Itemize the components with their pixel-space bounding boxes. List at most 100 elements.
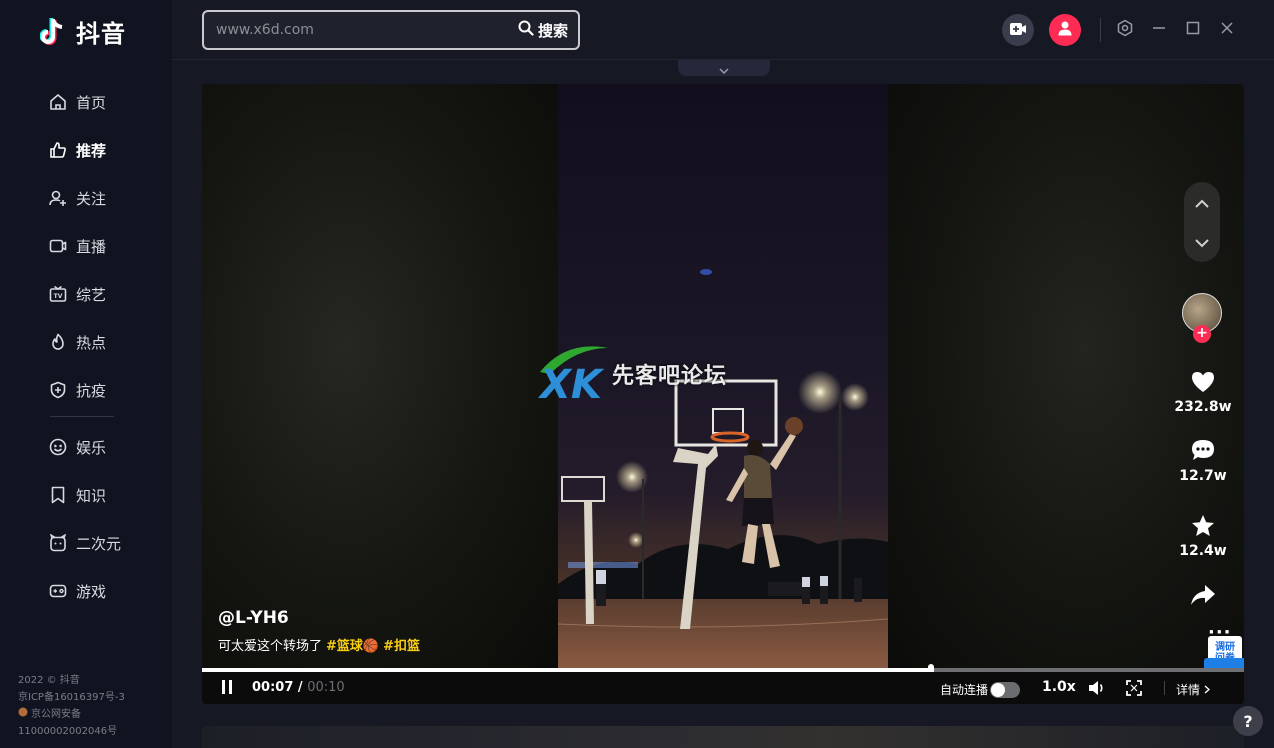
- sidebar-item-games[interactable]: 游戏: [48, 567, 158, 615]
- chevron-down-icon: [719, 59, 729, 78]
- minimize-button[interactable]: [1149, 20, 1169, 40]
- sidebar-item-label: 直播: [76, 237, 107, 256]
- minimize-icon: [1151, 20, 1167, 40]
- logo[interactable]: 抖音: [40, 14, 126, 49]
- anime-icon: [48, 533, 68, 553]
- upload-video-button[interactable]: [1002, 14, 1034, 46]
- video-author[interactable]: @L-YH6: [218, 608, 289, 628]
- sidebar-nav-secondary: 娱乐 知识 二次元 游戏: [48, 423, 158, 615]
- maximize-button[interactable]: [1183, 20, 1203, 40]
- search-button-label: 搜索: [537, 21, 568, 40]
- star-icon: [1168, 511, 1238, 541]
- comment-action[interactable]: 12.7w: [1168, 436, 1238, 484]
- maximize-icon: [1185, 20, 1201, 40]
- sidebar-nav: 首页 推荐 关注 直播 TV 综艺 热点 抗疫: [48, 78, 158, 414]
- person-add-icon: [48, 188, 68, 208]
- share-icon: [1168, 580, 1238, 610]
- watermark-text: 先客吧论坛: [612, 363, 728, 389]
- total-time: 00:10: [307, 680, 345, 695]
- sidebar-footer: 2022 © 抖音 京ICP备16016397号-3 京公网安备 1100000…: [18, 672, 125, 740]
- sidebar-item-follow[interactable]: 关注: [48, 174, 158, 222]
- home-icon: [48, 92, 68, 112]
- details-label: 详情: [1176, 683, 1201, 697]
- autoplay-label: 自动连播: [940, 683, 989, 697]
- next-video-preview[interactable]: [202, 726, 1244, 748]
- sidebar-item-label: 知识: [76, 486, 107, 505]
- search-input[interactable]: [204, 22, 518, 38]
- user-avatar-button[interactable]: [1049, 14, 1081, 46]
- current-time: 00:07 /: [252, 680, 303, 695]
- shield-plus-icon: [48, 380, 68, 400]
- pause-icon-bar: [222, 680, 225, 694]
- like-count: 232.8w: [1174, 399, 1232, 415]
- sidebar-item-hot[interactable]: 热点: [48, 318, 158, 366]
- sidebar-item-label: 娱乐: [76, 438, 107, 457]
- logo-text: 抖音: [76, 20, 126, 48]
- toggle-knob: [991, 682, 1006, 697]
- douyin-logo-icon: [40, 16, 70, 48]
- flame-icon: [48, 332, 68, 352]
- pause-button[interactable]: [222, 680, 238, 696]
- volume-icon: [1088, 681, 1106, 700]
- sidebar-item-label: 游戏: [76, 582, 107, 601]
- video-player[interactable]: XK 先客吧论坛 @L-YH6 可太爱这个转场了 #篮球🏀 #扣篮 + 232.…: [202, 84, 1244, 704]
- footer-icp-link[interactable]: 京ICP备16016397号-3: [18, 689, 125, 706]
- plus-icon: +: [1196, 325, 1208, 341]
- sidebar-item-live[interactable]: 直播: [48, 222, 158, 270]
- chevron-down-icon[interactable]: [1195, 233, 1209, 252]
- video-blur-background-left: [202, 84, 558, 668]
- autoplay-toggle[interactable]: [990, 681, 1021, 698]
- sidebar-item-antiepidemic[interactable]: 抗疫: [48, 366, 158, 414]
- favorite-action[interactable]: 12.4w: [1168, 511, 1238, 559]
- chevron-up-icon[interactable]: [1195, 193, 1209, 212]
- police-badge-icon: [18, 706, 28, 723]
- sidebar-item-label: 二次元: [76, 534, 122, 553]
- video-description-text: 可太爱这个转场了: [218, 639, 323, 654]
- sidebar-item-recommend[interactable]: 推荐: [48, 126, 158, 174]
- footer-police-text: 京公网安备: [31, 709, 81, 720]
- share-action[interactable]: [1168, 580, 1238, 610]
- close-button[interactable]: [1217, 20, 1237, 40]
- user-icon: [1057, 20, 1073, 40]
- hashtag-basketball[interactable]: #篮球🏀: [326, 635, 379, 654]
- hashtag-dunk[interactable]: #扣篮: [383, 635, 420, 654]
- playback-speed-button[interactable]: 1.0x: [1042, 679, 1076, 695]
- sidebar-item-home[interactable]: 首页: [48, 78, 158, 126]
- video-nav-arrows: [1184, 182, 1220, 262]
- footer-copyright: 2022 © 抖音: [18, 675, 80, 686]
- svg-text:XK: XK: [537, 362, 605, 402]
- follow-button[interactable]: +: [1193, 325, 1211, 343]
- favorite-count: 12.4w: [1179, 543, 1227, 559]
- details-button[interactable]: 详情: [1176, 681, 1210, 698]
- pause-icon-bar: [229, 680, 232, 694]
- smile-icon: [48, 437, 68, 457]
- sidebar-item-entertainment[interactable]: 娱乐: [48, 423, 158, 471]
- tv-icon: TV: [48, 284, 68, 304]
- video-description: 可太爱这个转场了 #篮球🏀 #扣篮: [218, 635, 420, 654]
- volume-button[interactable]: [1088, 680, 1106, 700]
- comment-count: 12.7w: [1179, 468, 1227, 484]
- settings-button[interactable]: [1115, 19, 1135, 40]
- footer-police-row[interactable]: 京公网安备: [18, 706, 125, 723]
- footer-police-number: 11000002002046号: [18, 726, 118, 737]
- xk-logo-icon: XK: [536, 342, 610, 408]
- time-display: 00:07 / 00:10: [252, 680, 345, 695]
- top-bar: 搜索: [172, 0, 1274, 60]
- live-icon: [48, 236, 68, 256]
- fullscreen-button[interactable]: [1126, 680, 1142, 700]
- collapse-header-button[interactable]: [678, 60, 770, 76]
- sidebar-item-label: 抗疫: [76, 381, 107, 400]
- fullscreen-icon: [1126, 680, 1142, 700]
- sidebar-item-variety[interactable]: TV 综艺: [48, 270, 158, 318]
- sidebar-item-label: 热点: [76, 333, 107, 352]
- like-action[interactable]: 232.8w: [1168, 367, 1238, 415]
- sidebar-item-knowledge[interactable]: 知识: [48, 471, 158, 519]
- sidebar-item-anime[interactable]: 二次元: [48, 519, 158, 567]
- comment-icon: [1168, 436, 1238, 466]
- gamepad-icon: [48, 581, 68, 601]
- sidebar-item-label: 关注: [76, 189, 107, 208]
- search-button[interactable]: 搜索: [518, 20, 578, 41]
- help-button[interactable]: ?: [1233, 706, 1263, 736]
- player-controls: 00:07 / 00:10 自动连播 1.0x 详情: [202, 672, 1244, 704]
- app-window: 抖音 首页 推荐 关注 直播 TV 综艺 热点 抗疫 娱乐 知识 二次元 游戏 …: [0, 0, 1274, 748]
